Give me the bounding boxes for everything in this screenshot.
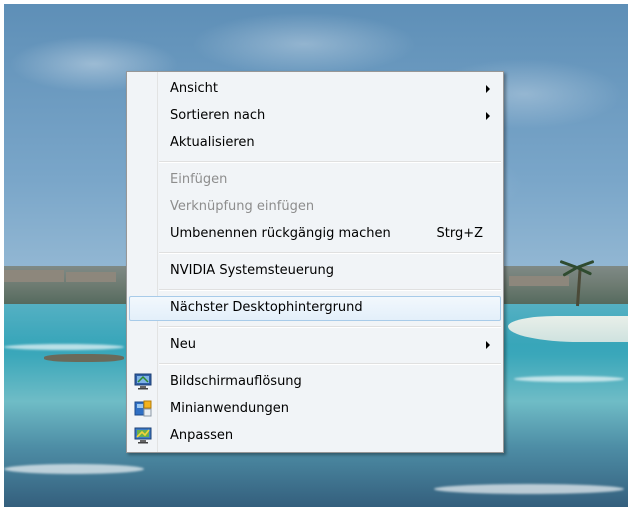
menu-item-label: Anpassen — [170, 428, 234, 443]
distant-building — [509, 276, 569, 286]
personalize-icon — [134, 427, 152, 444]
menu-item-label: Nächster Desktophintergrund — [170, 300, 363, 315]
menu-item-aktualisieren[interactable]: Aktualisieren — [129, 131, 501, 156]
menu-separator — [159, 161, 501, 163]
menu-item-einfuegen: Einfügen — [129, 168, 501, 193]
menu-item-label: Verknüpfung einfügen — [170, 199, 315, 214]
menu-item-verknuepfung-einfuegen: Verknüpfung einfügen — [129, 195, 501, 220]
submenu-arrow-icon — [486, 112, 490, 120]
rocks — [44, 354, 124, 362]
menu-item-label: Aktualisieren — [170, 135, 255, 150]
menu-separator — [159, 326, 501, 328]
menu-item-ansicht[interactable]: Ansicht — [129, 77, 501, 102]
menu-separator — [159, 289, 501, 291]
distant-building — [4, 270, 64, 282]
gadgets-icon — [134, 400, 152, 417]
menu-item-label: NVIDIA Systemsteuerung — [170, 263, 334, 278]
menu-separator — [159, 252, 501, 254]
menu-item-label: Minianwendungen — [170, 401, 289, 416]
menu-item-label: Umbenennen rückgängig machen — [170, 226, 391, 241]
display-icon — [134, 373, 152, 390]
submenu-arrow-icon — [486, 85, 490, 93]
wave-foam — [4, 344, 124, 350]
menu-item-sortieren-nach[interactable]: Sortieren nach — [129, 104, 501, 129]
wave-foam — [434, 484, 624, 494]
distant-building — [66, 272, 116, 282]
menu-item-naechster-desktophintergrund[interactable]: Nächster Desktophintergrund — [129, 296, 501, 321]
menu-item-label: Bildschirmauflösung — [170, 374, 302, 389]
menu-item-label: Neu — [170, 337, 196, 352]
menu-item-anpassen[interactable]: Anpassen — [129, 424, 501, 449]
wave-foam — [514, 376, 624, 382]
menu-item-minianwendungen[interactable]: Minianwendungen — [129, 397, 501, 422]
menu-item-label: Ansicht — [170, 81, 219, 96]
menu-item-bildschirmaufloesung[interactable]: Bildschirmauflösung — [129, 370, 501, 395]
menu-item-label: Sortieren nach — [170, 108, 266, 123]
menu-separator — [159, 363, 501, 365]
wave-foam — [4, 464, 144, 474]
shortcut-label: Strg+Z — [436, 226, 483, 241]
desktop-context-menu: Ansicht Sortieren nach Aktualisieren Ein… — [126, 71, 504, 453]
menu-item-umbenennen-rueckgaengig[interactable]: Umbenennen rückgängig machen Strg+Z — [129, 222, 501, 247]
submenu-arrow-icon — [486, 341, 490, 349]
menu-item-label: Einfügen — [170, 172, 228, 187]
menu-item-nvidia-systemsteuerung[interactable]: NVIDIA Systemsteuerung — [129, 259, 501, 284]
menu-item-neu[interactable]: Neu — [129, 333, 501, 358]
